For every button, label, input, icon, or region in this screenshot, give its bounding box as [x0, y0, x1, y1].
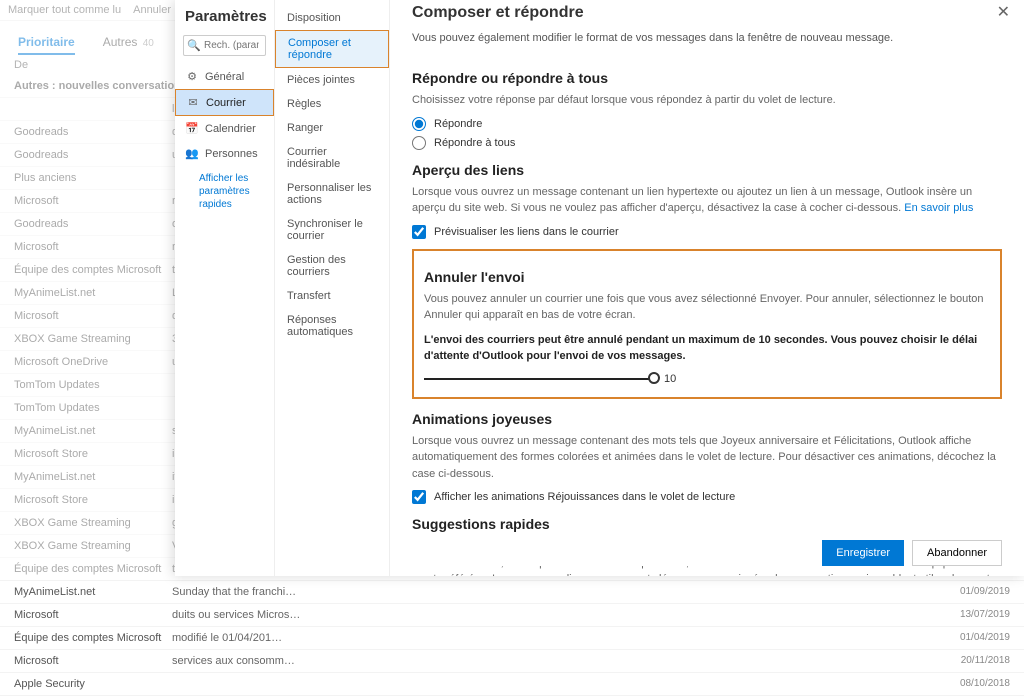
- sub-item-transfert[interactable]: Transfert: [275, 284, 389, 308]
- radio-reply[interactable]: Répondre: [412, 117, 1002, 131]
- undo-desc2: L'envoi des courriers peut être annulé p…: [424, 332, 990, 365]
- settings-search-input[interactable]: [183, 35, 266, 56]
- content-intro: Vous pouvez également modifier le format…: [412, 32, 1002, 58]
- learn-more-link[interactable]: En savoir plus: [904, 202, 973, 214]
- category-general[interactable]: ⚙Général: [175, 64, 274, 89]
- sub-item-personnaliser-les-actions[interactable]: Personnaliser les actions: [275, 176, 389, 212]
- settings-title: Paramètres: [175, 8, 274, 35]
- undo-desc1: Vous pouvez annuler un courrier une fois…: [424, 291, 990, 324]
- mail-row[interactable]: MyAnimeList.netSunday that the franchi…0…: [0, 581, 1024, 604]
- suggest-title: Suggestions rapides: [412, 516, 1002, 532]
- sub-item-réponses-automatiques[interactable]: Réponses automatiques: [275, 308, 389, 344]
- settings-categories: Paramètres 🔍 ⚙Général ✉Courrier 📅Calendr…: [175, 0, 275, 576]
- sub-item-composer-et-répondre[interactable]: Composer et répondre: [275, 30, 389, 68]
- links-title: Aperçu des liens: [412, 162, 1002, 178]
- cancel-button[interactable]: Abandonner: [912, 540, 1002, 566]
- gear-icon: ⚙: [185, 70, 199, 83]
- radio-reply-all[interactable]: Répondre à tous: [412, 136, 1002, 150]
- sub-item-disposition[interactable]: Disposition: [275, 6, 389, 30]
- undo-delay-slider[interactable]: [424, 378, 654, 380]
- sub-item-pièces-jointes[interactable]: Pièces jointes: [275, 68, 389, 92]
- mail-row[interactable]: Microsoftduits ou services Micros…13/07/…: [0, 604, 1024, 627]
- sub-item-ranger[interactable]: Ranger: [275, 116, 389, 140]
- calendar-icon: 📅: [185, 122, 199, 135]
- links-desc: Lorsque vous ouvrez un message contenant…: [412, 184, 1002, 217]
- settings-panel: Paramètres 🔍 ⚙Général ✉Courrier 📅Calendr…: [175, 0, 1024, 576]
- people-icon: 👥: [185, 147, 199, 160]
- anim-desc: Lorsque vous ouvrez un message contenant…: [412, 433, 1002, 483]
- mail-row[interactable]: Apple Security08/10/2018: [0, 673, 1024, 696]
- quick-settings-link[interactable]: Afficher les paramètres rapides: [175, 166, 274, 217]
- sub-item-courrier-indésirable[interactable]: Courrier indésirable: [275, 140, 389, 176]
- category-mail[interactable]: ✉Courrier: [175, 89, 274, 116]
- settings-subcategories: DispositionComposer et répondrePièces jo…: [275, 0, 390, 576]
- undo-title: Annuler l'envoi: [424, 269, 990, 285]
- checkbox-animations[interactable]: Afficher les animations Réjouissances da…: [412, 490, 1002, 504]
- save-button[interactable]: Enregistrer: [822, 540, 904, 566]
- checkbox-preview-links[interactable]: Prévisualiser les liens dans le courrier: [412, 225, 1002, 239]
- reply-desc: Choisissez votre réponse par défaut lors…: [412, 92, 1002, 109]
- undo-delay-value: 10: [664, 373, 676, 385]
- undo-send-box: Annuler l'envoi Vous pouvez annuler un c…: [412, 249, 1002, 399]
- sub-item-règles[interactable]: Règles: [275, 92, 389, 116]
- close-icon[interactable]: ✕: [997, 2, 1010, 22]
- category-people[interactable]: 👥Personnes: [175, 141, 274, 166]
- sub-item-synchroniser-le-courrier[interactable]: Synchroniser le courrier: [275, 212, 389, 248]
- anim-title: Animations joyeuses: [412, 411, 1002, 427]
- category-calendar[interactable]: 📅Calendrier: [175, 116, 274, 141]
- content-heading: Composer et répondre: [412, 0, 1002, 32]
- reply-title: Répondre ou répondre à tous: [412, 70, 1002, 86]
- mail-icon: ✉: [186, 96, 200, 109]
- sub-item-gestion-des-courriers[interactable]: Gestion des courriers: [275, 248, 389, 284]
- settings-content: ✕ Composer et répondre Vous pouvez égale…: [390, 0, 1024, 576]
- mail-row[interactable]: Microsoftservices aux consomm…20/11/2018: [0, 650, 1024, 673]
- mail-row[interactable]: Équipe des comptes Microsoftmodifié le 0…: [0, 627, 1024, 650]
